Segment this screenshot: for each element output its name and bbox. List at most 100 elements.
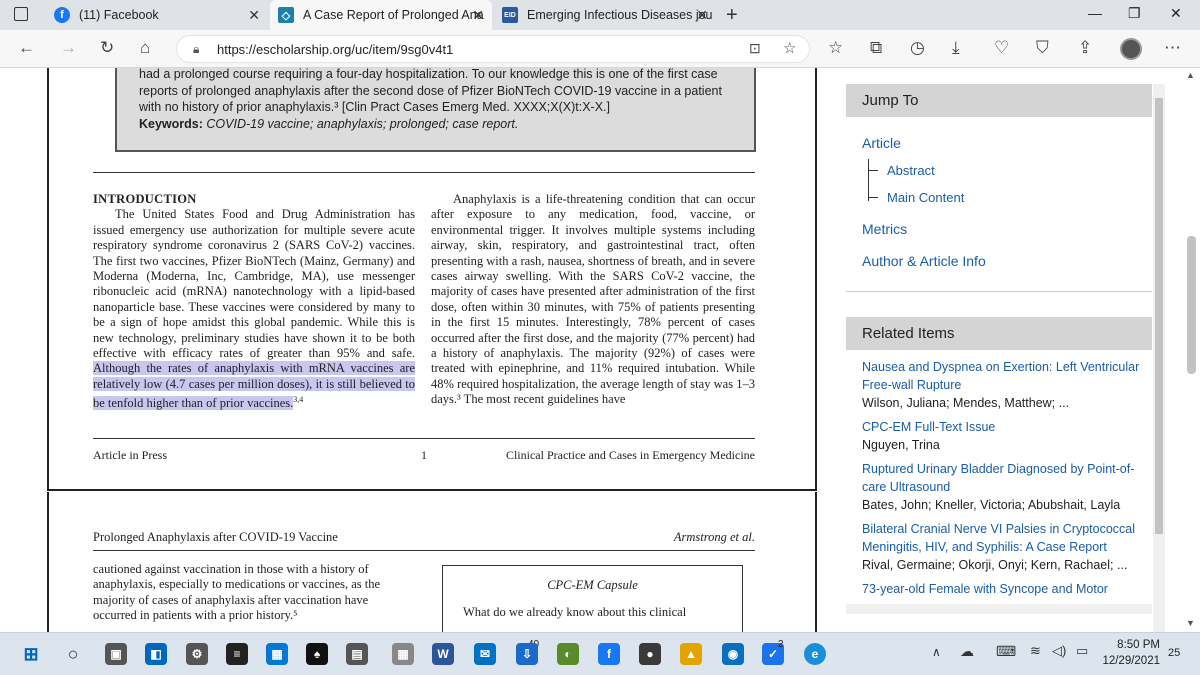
related-item-title[interactable]: 73-year-old Female with Syncope and Moto… xyxy=(862,580,1152,598)
restore-button[interactable]: ❐ xyxy=(1128,5,1141,22)
address-bar[interactable]: 🔒︎ https://escholarship.org/uc/item/9sg0… xyxy=(176,35,810,63)
solitaire-icon[interactable]: ♠ xyxy=(306,643,328,665)
more-options-icon[interactable]: ⋯ xyxy=(1164,38,1181,58)
read-aloud-icon[interactable]: ⊡ xyxy=(749,40,761,57)
tab-case-report[interactable]: ◇ A Case Report of Prolonged Ana ✕ xyxy=(270,0,492,30)
tab-actions-icon[interactable] xyxy=(14,7,28,21)
home-icon[interactable]: ⌂ xyxy=(140,38,150,58)
battery-icon[interactable]: ▭ xyxy=(1076,643,1088,659)
app-icon[interactable]: ◐ xyxy=(557,643,579,665)
browser-essentials-icon[interactable]: ⛉ xyxy=(1036,38,1049,58)
divider xyxy=(93,172,755,173)
related-item: Ruptured Urinary Bladder Diagnosed by Po… xyxy=(862,460,1152,514)
onedrive-icon[interactable]: ☁ xyxy=(960,643,974,660)
related-item-authors: Wilson, Juliana; Mendes, Matthew; ... xyxy=(862,396,1070,410)
app-icon[interactable]: ◉ xyxy=(722,643,744,665)
browser-toolbar: ← → ↻ ⌂ 🔒︎ https://escholarship.org/uc/i… xyxy=(0,30,1200,68)
new-tab-button[interactable]: + xyxy=(726,4,738,27)
page-scrollbar[interactable]: ▲ ▼ xyxy=(1183,68,1200,632)
scroll-down-icon[interactable]: ▼ xyxy=(1186,618,1195,628)
chat-app-icon[interactable]: ● xyxy=(639,643,661,665)
capsule-question: What do we already know about this clini… xyxy=(463,605,687,619)
footer-journal: Clinical Practice and Cases in Emergency… xyxy=(505,448,755,462)
file-explorer-icon[interactable]: ▦ xyxy=(266,643,288,665)
close-tab-icon[interactable]: ✕ xyxy=(248,7,260,24)
scroll-up-icon[interactable]: ▲ xyxy=(1186,70,1195,80)
pdf-page-2: Prolonged Anaphylaxis after COVID-19 Vac… xyxy=(47,492,817,632)
jump-main-content-link[interactable]: Main Content xyxy=(887,190,964,205)
cdc-journal-icon: EID xyxy=(502,7,518,23)
profile-avatar[interactable] xyxy=(1120,38,1142,60)
close-window-button[interactable]: ✕ xyxy=(1170,5,1182,22)
author-info-link[interactable]: Author & Article Info xyxy=(862,253,986,269)
favorite-star-icon[interactable]: ☆ xyxy=(783,39,796,57)
minimize-button[interactable]: — xyxy=(1088,5,1102,21)
google-drive-icon[interactable]: ▲ xyxy=(680,643,702,665)
jump-to-nav: Article Abstract Main Content Metrics Au… xyxy=(846,117,1152,291)
page-header: Prolonged Anaphylaxis after COVID-19 Vac… xyxy=(93,530,755,545)
jump-abstract-link[interactable]: Abstract xyxy=(887,163,935,178)
settings-icon[interactable]: ⚙ xyxy=(186,643,208,665)
metrics-link[interactable]: Metrics xyxy=(862,221,907,237)
tab-label: A Case Report of Prolonged Ana xyxy=(303,8,484,22)
footer-status: Article in Press xyxy=(93,448,167,462)
sidebar-scroll-thumb[interactable] xyxy=(1155,98,1163,534)
mail-icon[interactable]: ✉ xyxy=(474,643,496,665)
related-item-title[interactable]: Ruptured Urinary Bladder Diagnosed by Po… xyxy=(862,460,1152,496)
word-icon[interactable]: W xyxy=(432,643,454,665)
edge-browser-icon[interactable]: e xyxy=(804,643,826,665)
forward-icon[interactable]: → xyxy=(60,38,77,58)
widgets-icon[interactable]: ◧ xyxy=(145,643,167,665)
download-app-icon[interactable]: ⇩ xyxy=(516,643,538,665)
tab-emerging-infectious-diseases[interactable]: EID Emerging Infectious Diseases jou ✕ xyxy=(494,0,716,30)
task-view-icon[interactable]: ▣ xyxy=(105,643,127,665)
abstract-box: had a prolonged course requiring a four-… xyxy=(115,68,756,152)
search-icon[interactable]: ○ xyxy=(62,643,84,665)
wifi-icon[interactable]: ≋ xyxy=(1030,643,1041,659)
favorites-icon[interactable]: ☆ xyxy=(828,38,843,58)
calculator-icon[interactable]: ▦ xyxy=(392,643,414,665)
collections-icon[interactable]: ⧉ xyxy=(870,38,882,58)
facebook-taskbar-icon[interactable]: f xyxy=(598,643,620,665)
close-tab-icon[interactable]: ✕ xyxy=(696,7,708,24)
history-icon[interactable]: ◷ xyxy=(910,38,925,58)
close-tab-icon[interactable]: ✕ xyxy=(472,7,484,24)
page-number: 1 xyxy=(421,448,427,462)
notepad-icon[interactable]: ≡ xyxy=(226,643,248,665)
capsule-box: CPC-EM Capsule What do we already know a… xyxy=(442,565,743,632)
tab-label: (11) Facebook xyxy=(79,8,159,22)
highlighted-text[interactable]: Although the rates of anaphylaxis with m… xyxy=(93,361,415,411)
sidebar-hscroll[interactable] xyxy=(846,604,1152,614)
start-icon[interactable]: ⊞ xyxy=(20,643,42,665)
tab-facebook[interactable]: f (11) Facebook ✕ xyxy=(46,0,268,30)
lock-icon[interactable]: 🔒︎ xyxy=(193,42,199,57)
sidebar-scrollbar[interactable] xyxy=(1153,84,1165,632)
running-authors: Armstrong et al. xyxy=(673,530,755,544)
related-item: 73-year-old Female with Syncope and Moto… xyxy=(862,580,1152,598)
jump-article-link[interactable]: Article xyxy=(862,135,901,151)
related-item-title[interactable]: CPC-EM Full-Text Issue xyxy=(862,418,1152,436)
related-item-title[interactable]: Bilateral Cranial Nerve VI Palsies in Cr… xyxy=(862,520,1152,556)
reference-superscript: 3,4 xyxy=(293,395,304,405)
notification-count[interactable]: 25 xyxy=(1168,647,1180,659)
performance-icon[interactable]: ♡ xyxy=(994,38,1009,58)
related-item-title[interactable]: Nausea and Dyspnea on Exertion: Left Ven… xyxy=(862,358,1152,394)
clock-time[interactable]: 8:50 PM xyxy=(1108,639,1160,651)
url-text[interactable]: https://escholarship.org/uc/item/9sg0v4t… xyxy=(217,42,453,57)
article-sidebar: Jump To Article Abstract Main Content Me… xyxy=(846,84,1152,598)
downloads-icon[interactable]: ⤓ xyxy=(952,38,960,58)
related-item: Bilateral Cranial Nerve VI Palsies in Cr… xyxy=(862,520,1152,574)
share-icon[interactable]: ⇪ xyxy=(1078,38,1092,58)
keyboard-icon[interactable]: ⌨ xyxy=(996,643,1016,660)
volume-icon[interactable]: ◁) xyxy=(1052,643,1066,659)
show-hidden-icons-icon[interactable]: ∧ xyxy=(932,645,941,659)
back-icon[interactable]: ← xyxy=(18,38,35,58)
refresh-icon[interactable]: ↻ xyxy=(100,38,114,58)
footer-divider xyxy=(93,438,755,439)
page-scroll-thumb[interactable] xyxy=(1187,236,1196,374)
related-item: Nausea and Dyspnea on Exertion: Left Ven… xyxy=(862,358,1152,412)
related-item-authors: Nguyen, Trina xyxy=(862,438,940,452)
photos-icon[interactable]: ▤ xyxy=(346,643,368,665)
intro-text: The United States Food and Drug Administ… xyxy=(93,207,415,361)
clock-date[interactable]: 12/29/2021 xyxy=(1100,655,1160,667)
